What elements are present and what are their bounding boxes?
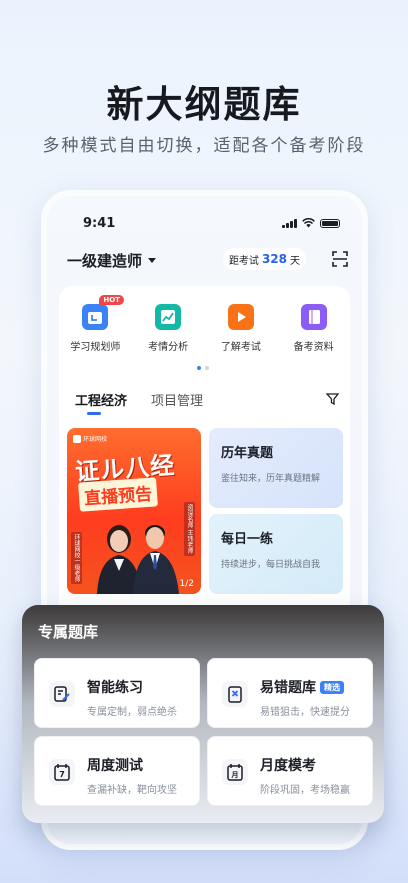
quick-item-label: 了解考试: [220, 342, 261, 353]
battery-icon: [320, 218, 340, 228]
wifi-icon: [302, 218, 315, 228]
chevron-down-icon: [148, 258, 157, 263]
quick-item-label: 学习规划师: [70, 342, 121, 353]
status-time: 9:41: [83, 216, 116, 231]
calendar-month-icon: 月: [222, 759, 248, 785]
tab-project-management[interactable]: 项目管理: [151, 390, 203, 409]
play-video-icon: [227, 304, 254, 330]
signal-icon: [282, 218, 297, 228]
exam-name: 一级建造师: [67, 252, 143, 270]
tile-subtitle: 易错狙击，快速提分: [260, 707, 350, 718]
tile-subtitle: 专属定制，弱点绝杀: [87, 707, 177, 718]
tile-title: 智能练习: [87, 680, 143, 696]
calendar-7-icon: 7: [49, 759, 75, 785]
banner-subtitle: 直播预告: [78, 477, 158, 512]
page-indicator: [197, 366, 209, 370]
calendar-plan-icon: [82, 304, 109, 330]
quick-item-label: 考情分析: [148, 342, 189, 353]
quick-item-study-planner[interactable]: HOT 学习规划师: [61, 295, 129, 353]
scan-icon[interactable]: [332, 251, 348, 267]
banner-tag-left: 环球网校一级老师: [71, 532, 82, 584]
countdown-prefix: 距考试: [228, 255, 259, 267]
error-book-icon: [222, 681, 248, 707]
past-exams-title: 历年真题: [221, 446, 274, 461]
top-bar: 一级建造师 距考试 328 天: [67, 248, 348, 272]
featured-badge: 精选: [320, 681, 344, 694]
hot-badge: HOT: [99, 295, 124, 305]
quick-item-learn-exam[interactable]: 了解考试: [207, 304, 275, 353]
quick-item-label: 备考资料: [293, 342, 334, 353]
tile-title-row: 易错题库 精选: [260, 677, 344, 697]
daily-practice-subtitle: 持续进步，每日挑战自我: [221, 560, 321, 570]
headline: 新大纲题库: [106, 83, 302, 126]
exclusive-question-bank-panel: 专属题库 智能练习 专属定制，弱点绝杀 易错题库 精选 易错狙击，快速提分 7 周…: [22, 605, 384, 823]
tile-subtitle: 查漏补缺，靶向攻坚: [87, 785, 177, 796]
status-icons: [282, 218, 340, 228]
subline: 多种模式自由切换，适配各个备考阶段: [42, 136, 366, 156]
tile-monthly-mock[interactable]: 月 月度模考 阶段巩固，考场稳赢: [207, 736, 373, 806]
trend-chart-icon: [155, 304, 182, 330]
daily-practice-card[interactable]: 每日一练 持续进步，每日挑战自我: [209, 514, 343, 594]
live-preview-banner[interactable]: 环球网校 证ル八经 直播预告 环球网校一级老师 资深名师 王玮老师 1/2: [67, 428, 201, 594]
svg-text:7: 7: [59, 770, 65, 779]
teachers-photo: [97, 525, 179, 594]
edit-note-icon: [49, 681, 75, 707]
active-tab-indicator: [87, 412, 101, 415]
tab-engineering-economics[interactable]: 工程经济: [75, 390, 127, 409]
daily-practice-title: 每日一练: [221, 532, 274, 547]
quick-item-exam-analysis[interactable]: 考情分析: [134, 304, 202, 353]
past-exams-card[interactable]: 历年真题 鉴往知来，历年真题精解: [209, 428, 343, 508]
tile-weekly-test[interactable]: 7 周度测试 查漏补缺，靶向攻坚: [34, 736, 200, 806]
banner-brand: 环球网校: [73, 434, 107, 443]
quick-actions: HOT 学习规划师 考情分析 了解考试 备考资料: [59, 295, 350, 353]
status-bar: 9:41: [83, 216, 340, 232]
past-exams-subtitle: 鉴往知来，历年真题精解: [221, 474, 321, 484]
exam-countdown[interactable]: 距考试 328 天: [222, 248, 306, 270]
panel-title: 专属题库: [38, 623, 99, 641]
book-icon: [300, 304, 327, 330]
subject-tabs: 工程经济 项目管理: [69, 390, 340, 416]
tile-title: 易错题库: [260, 680, 316, 696]
tile-title: 月度模考: [260, 758, 316, 774]
countdown-days: 328: [261, 252, 287, 266]
tile-title: 周度测试: [87, 758, 143, 774]
brand-logo-icon: [73, 434, 81, 443]
exam-selector[interactable]: 一级建造师: [67, 250, 157, 271]
filter-icon[interactable]: [326, 392, 340, 406]
home-card: HOT 学习规划师 考情分析 了解考试 备考资料 工程经济 项目管理 环球网校 …: [59, 286, 350, 646]
tile-subtitle: 阶段巩固，考场稳赢: [260, 785, 350, 796]
tile-smart-practice[interactable]: 智能练习 专属定制，弱点绝杀: [34, 658, 200, 728]
svg-text:月: 月: [231, 771, 239, 779]
quick-item-materials[interactable]: 备考资料: [280, 304, 348, 353]
countdown-unit: 天: [290, 255, 300, 267]
banner-pager: 1/2: [179, 579, 194, 589]
tile-error-bank[interactable]: 易错题库 精选 易错狙击，快速提分: [207, 658, 373, 728]
